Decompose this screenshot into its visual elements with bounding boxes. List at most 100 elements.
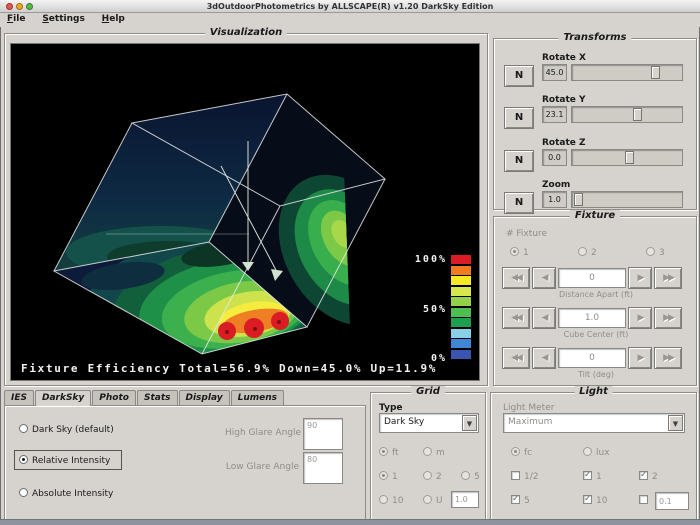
tab-photo[interactable]: Photo: [92, 390, 136, 405]
tilt-step-prev-icon[interactable]: ◀: [532, 347, 556, 369]
menu-settings[interactable]: Settings: [35, 13, 91, 24]
light-level-2[interactable]: 2: [639, 471, 658, 482]
tab-display[interactable]: Display: [179, 390, 230, 405]
tab-stats[interactable]: Stats: [137, 390, 178, 405]
zoom-slider[interactable]: [571, 191, 683, 208]
rotate-x-row: N Rotate X 45.0: [494, 53, 698, 93]
dark-sky-default-radio[interactable]: Dark Sky (default): [19, 424, 114, 435]
rotate-y-slider-thumb[interactable]: [633, 108, 642, 121]
zoom-value[interactable]: 1.0: [542, 191, 567, 208]
light-meter-dropdown[interactable]: Maximum ▼: [503, 413, 685, 433]
light-level-half[interactable]: 1/2: [511, 471, 538, 482]
app-window: { "window": { "title": "3dOutdoorPhotome…: [0, 0, 700, 525]
distance-apart-label: Distance Apart (ft): [494, 290, 698, 299]
zoom-animate-button[interactable]: N: [504, 192, 534, 214]
distance-step-back-icon[interactable]: ◀◀: [502, 267, 530, 289]
rotate-x-animate-button[interactable]: N: [504, 65, 534, 87]
grid-size-5[interactable]: 5: [461, 471, 480, 482]
grid-size-10[interactable]: 10: [379, 495, 403, 506]
zoom-label: Zoom: [542, 180, 570, 190]
tab-lumens[interactable]: Lumens: [231, 390, 284, 405]
grid-panel: Grid Type Dark Sky ▼ ft m 1 2 5 10 U 1.0: [370, 392, 486, 520]
fixture-count-option-3[interactable]: 3: [646, 247, 665, 258]
grid-size-user[interactable]: U: [423, 495, 443, 506]
tilt-step-back-icon[interactable]: ◀◀: [502, 347, 530, 369]
tab-darksky[interactable]: DarkSky: [35, 390, 91, 406]
radio-icon: [423, 471, 432, 480]
tilt-label: Tilt (deg): [494, 370, 698, 379]
cube-center-value[interactable]: 1.0: [558, 308, 626, 328]
grid-title: Grid: [411, 386, 445, 397]
legend-label-50: 50%: [403, 304, 447, 315]
radio-icon: [19, 488, 28, 497]
rotate-z-animate-button[interactable]: N: [504, 150, 534, 172]
light-unit-lux[interactable]: lux: [583, 447, 610, 458]
light-unit-fc[interactable]: fc: [511, 447, 532, 458]
rotate-x-slider[interactable]: [571, 64, 683, 81]
tilt-step-fwd-icon[interactable]: ▶▶: [654, 347, 682, 369]
radio-icon: [423, 495, 432, 504]
intensity-legend: [451, 255, 471, 360]
radio-icon: [511, 447, 520, 456]
light-meter-value: Maximum: [508, 417, 552, 427]
distance-step-fwd-icon[interactable]: ▶▶: [654, 267, 682, 289]
grid-unit-m[interactable]: m: [423, 447, 445, 458]
light-title: Light: [574, 386, 613, 397]
light-level-5[interactable]: 5: [511, 495, 530, 506]
distance-apart-value[interactable]: 0: [558, 268, 626, 288]
legend-swatch: [451, 339, 471, 348]
radio-icon: [510, 247, 519, 256]
relative-intensity-radio[interactable]: Relative Intensity: [19, 455, 110, 466]
radio-icon: [578, 247, 587, 256]
radio-icon: [19, 455, 28, 464]
grid-size-2[interactable]: 2: [423, 471, 442, 482]
rotate-x-value[interactable]: 45.0: [542, 64, 567, 81]
light-level-1[interactable]: 1: [583, 471, 602, 482]
rotate-y-animate-button[interactable]: N: [504, 107, 534, 129]
rotate-y-slider[interactable]: [571, 106, 683, 123]
cube-center-step-prev-icon[interactable]: ◀: [532, 307, 556, 329]
window-title: 3dOutdoorPhotometrics by ALLSCAPE(R) v1.…: [0, 2, 700, 11]
rotate-z-value[interactable]: 0.0: [542, 149, 567, 166]
checkbox-icon: [583, 495, 592, 504]
visualization-canvas[interactable]: 100% 50% 0% Fixture Efficiency Total=56.…: [10, 43, 480, 381]
legend-swatch: [451, 276, 471, 285]
cube-center-step-fwd-icon[interactable]: ▶▶: [654, 307, 682, 329]
tilt-step-next-icon[interactable]: ▶: [628, 347, 652, 369]
grid-size-1[interactable]: 1: [379, 471, 398, 482]
cube-center-step-back-icon[interactable]: ◀◀: [502, 307, 530, 329]
tab-bar: IESDarkSkyPhotoStatsDisplayLumens: [4, 390, 285, 406]
chevron-down-icon[interactable]: ▼: [668, 415, 683, 431]
menu-help[interactable]: Help: [95, 13, 132, 24]
fixture-efficiency-status: Fixture Efficiency Total=56.9% Down=45.0…: [21, 362, 437, 375]
zoom-slider-thumb[interactable]: [574, 193, 583, 206]
radio-icon: [583, 447, 592, 456]
grid-custom-size-field[interactable]: 1.0: [451, 491, 479, 508]
grid-unit-ft[interactable]: ft: [379, 447, 399, 458]
grid-type-dropdown[interactable]: Dark Sky ▼: [379, 413, 479, 433]
fixture-panel: Fixture # Fixture 1 2 3 ◀◀ ◀ 0 ▶ ▶▶ Dist…: [493, 216, 697, 386]
light-level-10[interactable]: 10: [583, 495, 607, 506]
rotate-z-slider[interactable]: [571, 149, 683, 166]
checkbox-icon: [511, 495, 520, 504]
cube-center-step-next-icon[interactable]: ▶: [628, 307, 652, 329]
menu-file[interactable]: File: [0, 13, 32, 24]
rotate-x-slider-thumb[interactable]: [651, 66, 660, 79]
rotate-z-slider-thumb[interactable]: [625, 151, 634, 164]
low-glare-angle-field[interactable]: 80: [303, 452, 343, 484]
legend-swatch: [451, 350, 471, 359]
distance-step-prev-icon[interactable]: ◀: [532, 267, 556, 289]
distance-step-next-icon[interactable]: ▶: [628, 267, 652, 289]
fixture-count-option-2[interactable]: 2: [578, 247, 597, 258]
tilt-value[interactable]: 0: [558, 348, 626, 368]
high-glare-angle-field[interactable]: 90: [303, 418, 343, 450]
rotate-y-value[interactable]: 23.1: [542, 106, 567, 123]
light-level-custom-checkbox[interactable]: [639, 495, 652, 506]
legend-swatch: [451, 308, 471, 317]
absolute-intensity-radio[interactable]: Absolute Intensity: [19, 488, 113, 499]
tab-ies[interactable]: IES: [4, 390, 34, 405]
legend-label-100: 100%: [403, 254, 447, 265]
fixture-count-option-1[interactable]: 1: [510, 247, 529, 258]
light-custom-level-field[interactable]: 0.1: [655, 492, 689, 510]
chevron-down-icon[interactable]: ▼: [462, 415, 477, 431]
